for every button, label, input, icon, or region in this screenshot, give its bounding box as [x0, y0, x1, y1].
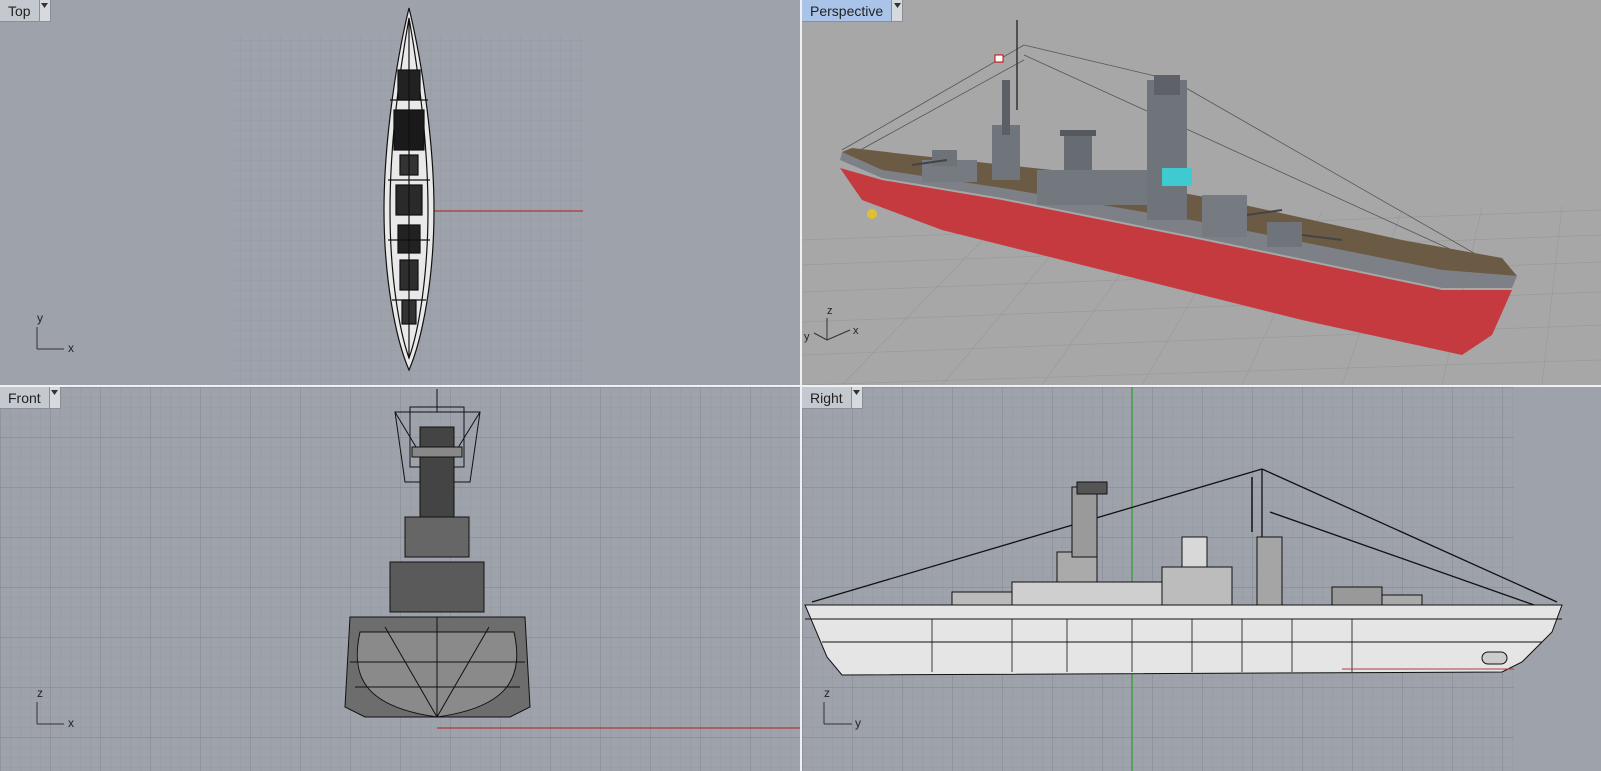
viewport-title-right[interactable]: Right — [802, 387, 852, 409]
axis-label-x: x — [68, 716, 74, 730]
viewport-splitter-horizontal[interactable] — [0, 385, 1601, 387]
front-view-canvas[interactable]: z x — [0, 387, 800, 771]
ship-perspective-render — [840, 20, 1517, 355]
right-view-canvas[interactable]: z y — [802, 387, 1601, 771]
axis-label-z: z — [827, 305, 833, 317]
chevron-down-icon[interactable] — [49, 387, 61, 409]
axis-triad-icon — [36, 327, 64, 350]
axis-label-x: x — [853, 325, 859, 337]
tab-top[interactable]: Top — [0, 0, 51, 22]
axis-label-z: z — [824, 686, 830, 700]
viewport-top[interactable]: y x Top — [0, 0, 800, 385]
perspective-view-canvas[interactable]: z x y — [802, 0, 1601, 385]
chevron-down-icon[interactable] — [892, 0, 904, 22]
viewport-title-perspective[interactable]: Perspective — [802, 0, 893, 22]
viewport-perspective[interactable]: z x y Perspective — [802, 0, 1601, 385]
viewport-title-front[interactable]: Front — [0, 387, 50, 409]
axis-label-x: x — [68, 341, 74, 355]
axis-label-y: y — [855, 716, 861, 730]
tab-perspective[interactable]: Perspective — [802, 0, 904, 22]
tab-front[interactable]: Front — [0, 387, 61, 409]
tab-right[interactable]: Right — [802, 387, 863, 409]
viewport-right[interactable]: z y Right — [802, 387, 1601, 771]
chevron-down-icon[interactable] — [39, 0, 51, 22]
top-view-canvas[interactable]: y x — [0, 0, 800, 385]
viewport-front[interactable]: z x Front — [0, 387, 800, 771]
viewport-title-top[interactable]: Top — [0, 0, 40, 22]
axis-label-y: y — [37, 311, 43, 325]
construction-grid-major — [802, 387, 1514, 771]
axis-label-z: z — [37, 686, 43, 700]
axis-label-y: y — [804, 331, 810, 343]
chevron-down-icon[interactable] — [851, 387, 863, 409]
